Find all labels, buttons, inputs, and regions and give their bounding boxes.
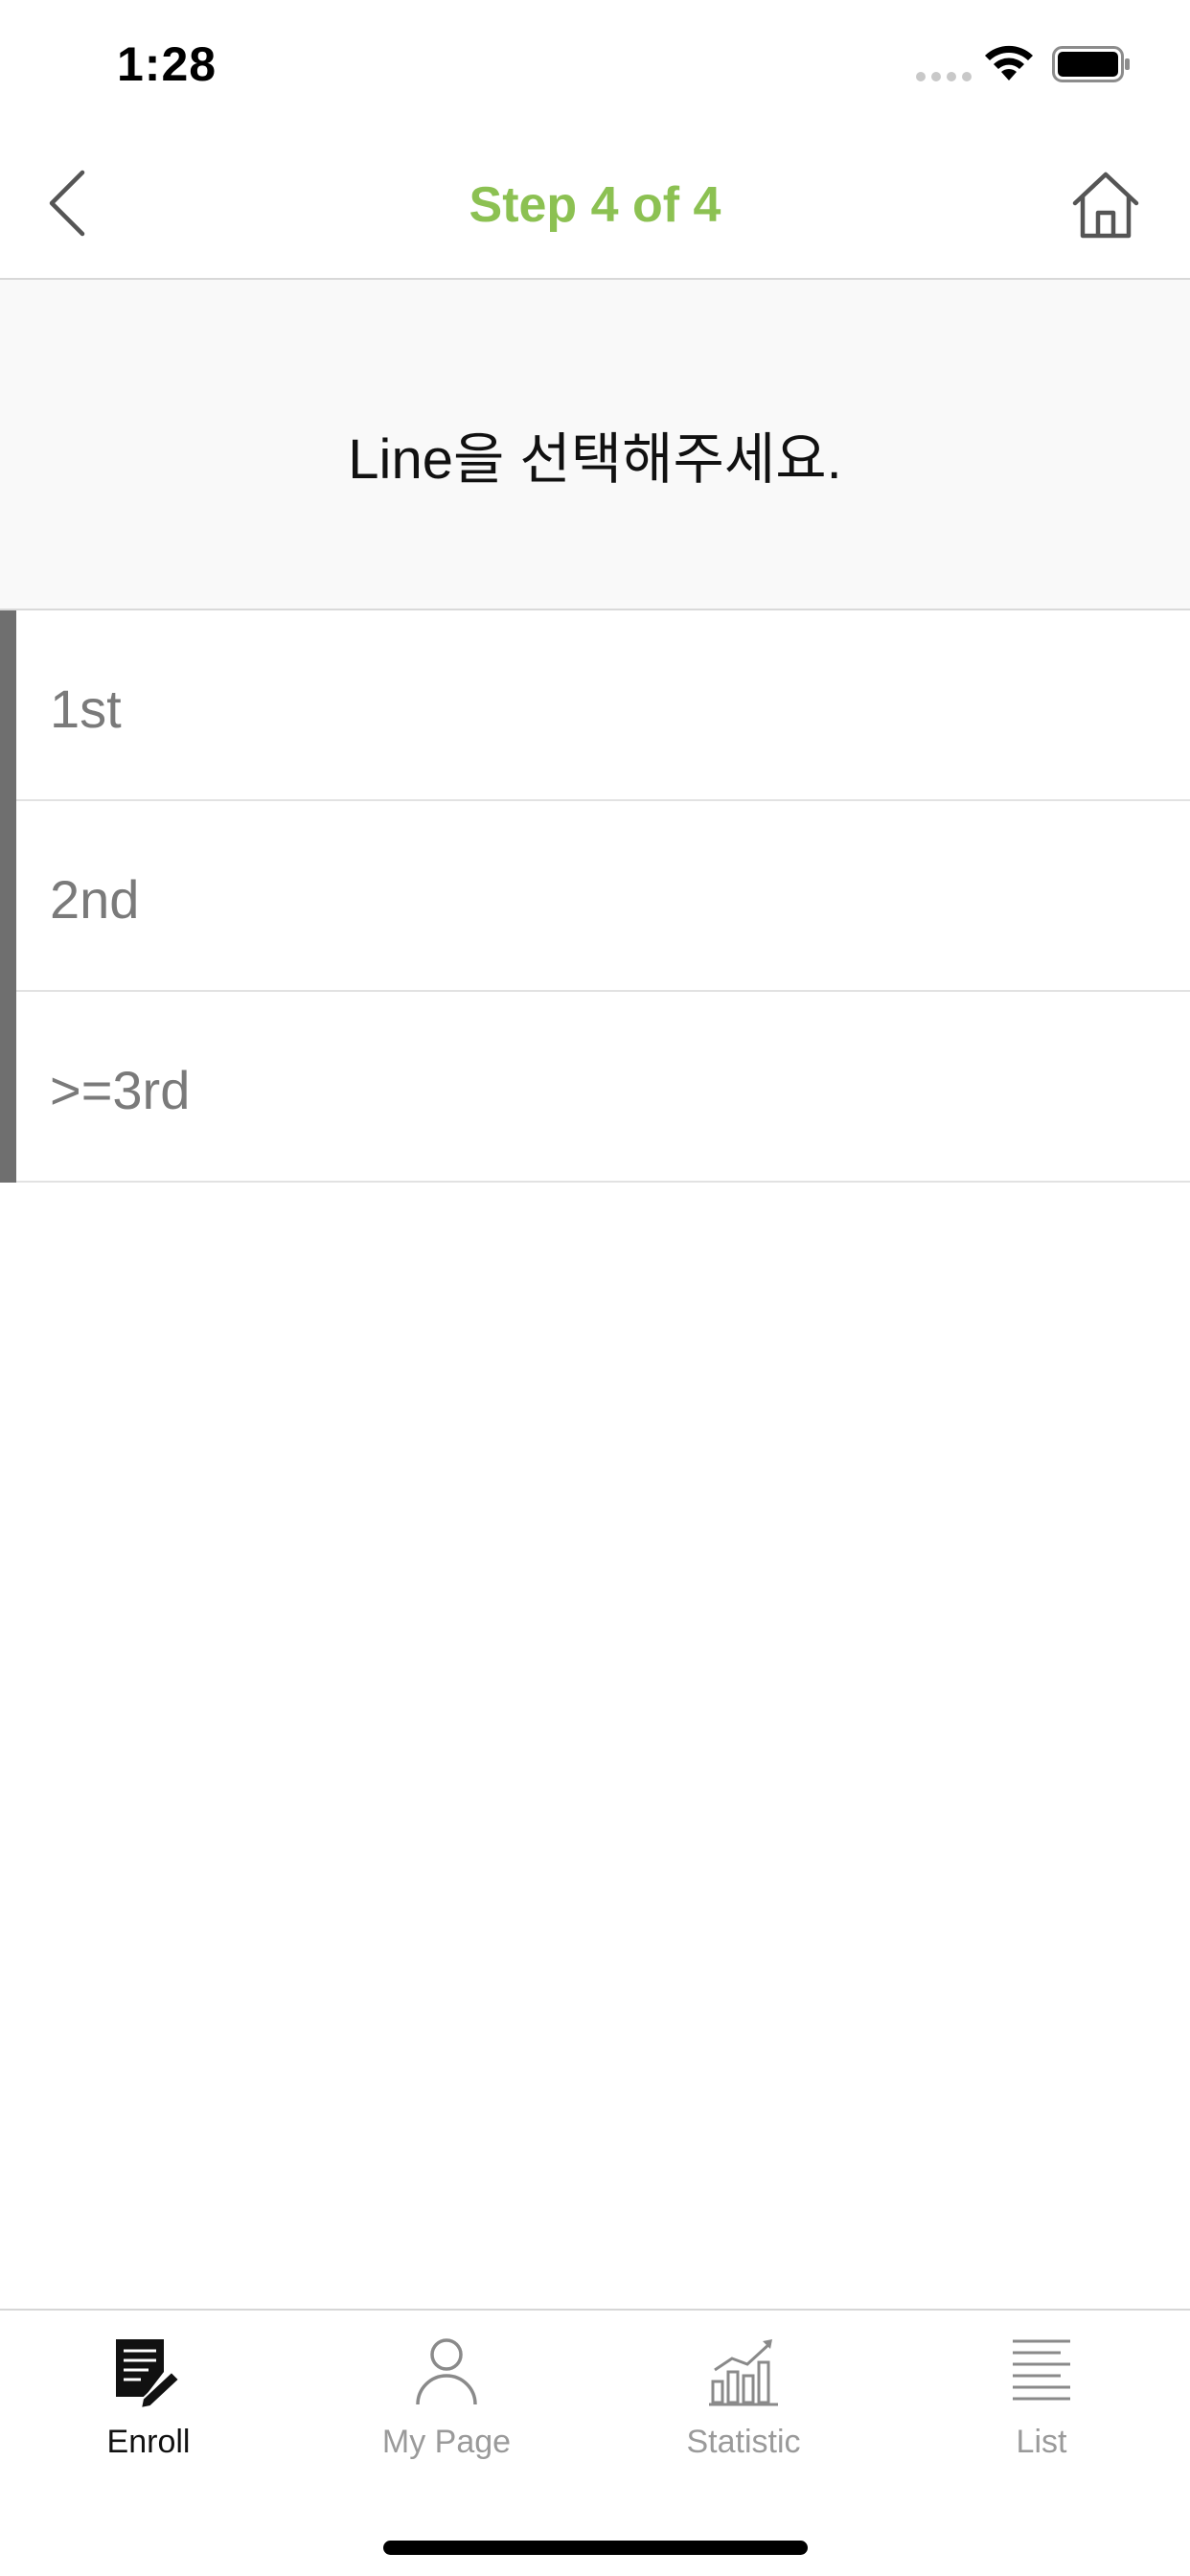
option-accent-bar <box>0 801 16 992</box>
option-list: 1st 2nd >=3rd <box>0 610 1190 1183</box>
prompt-header: Line을 선택해주세요. <box>0 280 1190 610</box>
navigation-bar: Step 4 of 4 <box>0 126 1190 280</box>
home-button[interactable] <box>1062 165 1150 245</box>
wifi-icon <box>985 45 1033 80</box>
tab-label: My Page <box>381 2424 512 2460</box>
cellular-dots-icon <box>916 72 972 81</box>
option-row-3rd-or-more[interactable]: >=3rd <box>0 992 1190 1183</box>
option-label: >=3rd <box>50 1060 191 1120</box>
tab-list[interactable]: List <box>893 2311 1190 2493</box>
option-label: 1st <box>50 678 122 739</box>
step-selection-screen: 1:28 Step 4 of 4 Line을 선택해주세요. 1st 2nd >… <box>0 0 1190 2576</box>
option-row-2nd[interactable]: 2nd <box>0 801 1190 992</box>
tab-label: List <box>1016 2424 1067 2460</box>
status-time: 1:28 <box>117 37 217 91</box>
option-accent-bar <box>0 992 16 1183</box>
tab-statistic[interactable]: Statistic <box>595 2311 892 2493</box>
tab-my-page[interactable]: My Page <box>298 2311 595 2493</box>
page-title: Step 4 of 4 <box>469 177 721 233</box>
tab-label: Statistic <box>686 2424 801 2460</box>
option-row-1st[interactable]: 1st <box>0 610 1190 801</box>
battery-full-icon <box>1052 46 1130 82</box>
tab-bar: Enroll My Page Statistic List <box>0 2309 1190 2576</box>
enroll-document-pencil-icon <box>116 2339 181 2410</box>
status-bar: 1:28 <box>0 0 1190 126</box>
bar-chart-icon <box>709 2339 778 2406</box>
list-lines-icon <box>1013 2339 1070 2401</box>
tab-label: Enroll <box>106 2424 191 2460</box>
home-indicator[interactable] <box>383 2541 808 2555</box>
person-icon <box>416 2338 477 2405</box>
tab-enroll[interactable]: Enroll <box>0 2311 297 2493</box>
home-icon <box>1072 172 1139 239</box>
prompt-text: Line을 선택해주세요. <box>348 428 842 491</box>
option-accent-bar <box>0 610 16 801</box>
option-label: 2nd <box>50 869 140 930</box>
